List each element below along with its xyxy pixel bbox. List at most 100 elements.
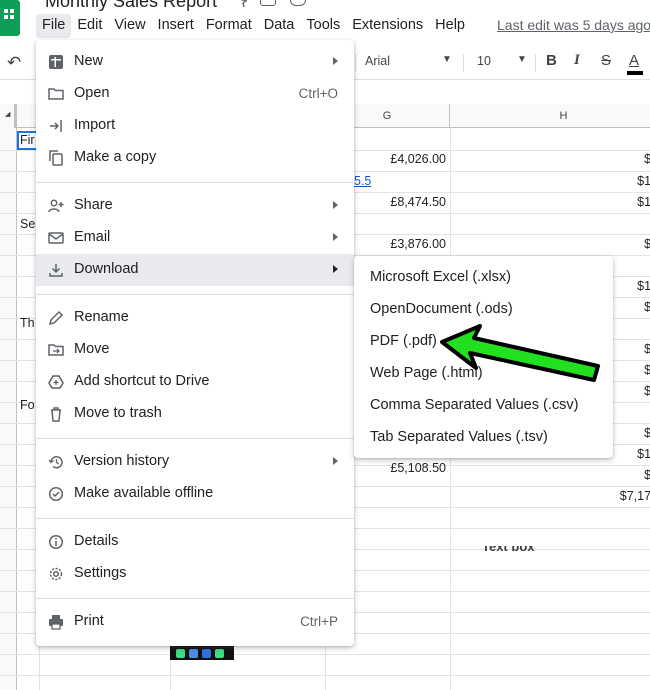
menu-item-version-history[interactable]: Version history xyxy=(36,446,354,478)
menu-help[interactable]: Help xyxy=(429,14,471,38)
undo-icon[interactable]: ↶ xyxy=(7,53,21,73)
font-family-select[interactable]: Arial xyxy=(365,54,390,68)
submenu-item-label: Tab Separated Values (.tsv) xyxy=(370,429,548,445)
cell-h-value[interactable]: $9 xyxy=(450,152,650,166)
menu-separator xyxy=(36,518,354,519)
menu-item-move[interactable]: Move xyxy=(36,334,354,366)
menu-item-print[interactable]: Print Ctrl+P xyxy=(36,606,354,638)
menu-item-label: New xyxy=(74,53,104,69)
drive-shortcut-icon xyxy=(48,374,64,390)
email-icon xyxy=(48,230,64,246)
download-tsv[interactable]: Tab Separated Values (.tsv) xyxy=(354,421,613,453)
menu-item-label: Email xyxy=(74,229,111,245)
menu-item-import[interactable]: Import xyxy=(36,110,354,142)
cell-h-value[interactable]: $10 xyxy=(450,195,650,209)
menu-file[interactable]: File xyxy=(36,14,72,38)
menu-item-label: Print xyxy=(74,613,104,629)
menu-item-label: Settings xyxy=(74,565,127,581)
sheets-logo-icon[interactable] xyxy=(0,0,20,36)
menu-tools[interactable]: Tools xyxy=(300,14,346,38)
toolbar-divider xyxy=(535,54,536,72)
menu-item-download[interactable]: Download xyxy=(36,254,354,286)
google-sheets-window: Monthly Sales Report File Edit View Inse… xyxy=(0,0,650,690)
camera-app-icon xyxy=(215,649,224,658)
file-menu: New Open Ctrl+O Import Make a copy Share… xyxy=(36,40,354,646)
menu-item-share[interactable]: Share xyxy=(36,190,354,222)
menu-item-new[interactable]: New xyxy=(36,46,354,78)
annotation-arrow-icon xyxy=(440,324,600,382)
column-header-h[interactable]: H xyxy=(450,104,650,128)
text-color-button[interactable]: A xyxy=(629,52,639,69)
cell-a-label[interactable]: Fo xyxy=(20,398,35,412)
menu-item-label: Add shortcut to Drive xyxy=(74,373,210,389)
menu-separator xyxy=(36,598,354,599)
menu-view[interactable]: View xyxy=(108,14,151,38)
menu-item-label: Version history xyxy=(74,453,170,469)
menu-item-shortcut: Ctrl+P xyxy=(300,614,338,629)
trash-icon xyxy=(48,406,64,422)
rename-icon xyxy=(48,310,64,326)
menu-extensions[interactable]: Extensions xyxy=(346,14,429,38)
strikethrough-button[interactable]: S xyxy=(601,52,611,69)
menu-item-label: Move xyxy=(74,341,110,357)
text-box-drawing[interactable]: Text box xyxy=(482,546,535,554)
cell-h-value[interactable]: $7 xyxy=(450,237,650,251)
cell-h-value[interactable]: $7,170 xyxy=(450,489,650,503)
select-all-corner[interactable]: ◢ xyxy=(0,104,17,128)
italic-button[interactable]: I xyxy=(574,52,580,69)
menu-item-move-to-trash[interactable]: Move to trash xyxy=(36,398,354,430)
menu-bar: File Edit View Insert Format Data Tools … xyxy=(36,14,471,40)
font-size-caret-icon[interactable]: ▼ xyxy=(517,54,527,65)
cell-a-label[interactable]: Se xyxy=(20,217,35,231)
document-title[interactable]: Monthly Sales Report xyxy=(45,0,217,12)
menu-item-rename[interactable]: Rename xyxy=(36,302,354,334)
submenu-item-label: PDF (.pdf) xyxy=(370,333,437,349)
menu-item-email[interactable]: Email xyxy=(36,222,354,254)
star-icon[interactable] xyxy=(233,0,249,8)
move-icon[interactable] xyxy=(260,0,276,6)
submenu-arrow-icon xyxy=(333,265,338,273)
cell-link[interactable]: 5.5 xyxy=(354,174,371,188)
folder-icon xyxy=(48,86,64,102)
menu-insert[interactable]: Insert xyxy=(152,14,200,38)
submenu-item-label: OpenDocument (.ods) xyxy=(370,301,513,317)
bold-button[interactable]: B xyxy=(546,52,557,69)
toolbar-divider xyxy=(463,54,464,72)
menu-separator xyxy=(36,438,354,439)
menu-item-make-available-offline[interactable]: Make available offline xyxy=(36,478,354,510)
copy-icon xyxy=(48,150,64,166)
menu-format[interactable]: Format xyxy=(200,14,258,38)
messages-app-icon xyxy=(189,649,198,658)
menu-item-label: Make a copy xyxy=(74,149,157,165)
menu-item-add-shortcut[interactable]: Add shortcut to Drive xyxy=(36,366,354,398)
submenu-arrow-icon xyxy=(333,201,338,209)
cloud-status-icon[interactable] xyxy=(290,0,306,6)
menu-separator xyxy=(36,294,354,295)
share-person-icon xyxy=(48,198,64,214)
menu-item-settings[interactable]: Settings xyxy=(36,558,354,590)
menu-item-label: Download xyxy=(74,261,139,277)
menu-item-make-a-copy[interactable]: Make a copy xyxy=(36,142,354,174)
menu-separator xyxy=(36,182,354,183)
menu-edit[interactable]: Edit xyxy=(71,14,108,38)
font-dropdown-caret-icon[interactable]: ▼ xyxy=(442,54,452,65)
menu-item-label: Import xyxy=(74,117,116,133)
corner-arrow-icon: ◢ xyxy=(5,111,11,118)
menu-item-details[interactable]: Details xyxy=(36,526,354,558)
cell-h-value[interactable]: $10 xyxy=(450,174,650,188)
cell-h-value[interactable]: $7 xyxy=(450,468,650,482)
last-edit-link[interactable]: Last edit was 5 days ago xyxy=(497,17,650,33)
browser-app-icon xyxy=(202,649,211,658)
offline-icon xyxy=(48,486,64,502)
download-icon xyxy=(48,262,64,278)
menu-item-label: Make available offline xyxy=(74,485,214,501)
download-xlsx[interactable]: Microsoft Excel (.xlsx) xyxy=(354,261,613,293)
font-size-select[interactable]: 10 xyxy=(477,54,491,68)
phone-app-icon xyxy=(176,649,185,658)
menu-item-open[interactable]: Open Ctrl+O xyxy=(36,78,354,110)
cell-a-label[interactable]: Th xyxy=(20,316,35,330)
cell-a-label[interactable]: Fir xyxy=(20,133,35,147)
toolbar-divider xyxy=(355,54,356,72)
settings-gear-icon xyxy=(48,566,64,582)
menu-data[interactable]: Data xyxy=(258,14,301,38)
